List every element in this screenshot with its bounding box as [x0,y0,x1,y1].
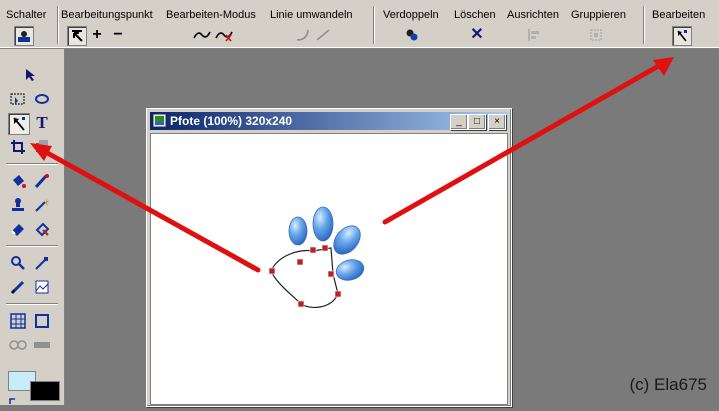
arrow-to-toolbar-icon [382,61,665,225]
arrow-to-toolbox-icon [39,147,261,273]
copyright-credit: (c) Ela675 [629,375,707,394]
annotation-arrows [30,57,674,273]
arrow-head-left [30,143,52,161]
